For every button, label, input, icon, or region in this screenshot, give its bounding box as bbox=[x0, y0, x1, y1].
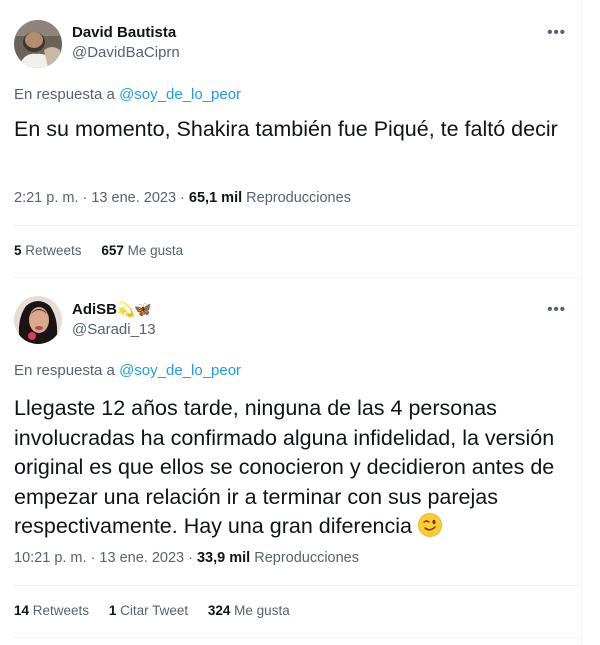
views-label[interactable]: Reproducciones bbox=[242, 190, 351, 206]
timestamp-link[interactable]: 10:21 p. m. · 13 ene. 2023 · bbox=[14, 550, 197, 566]
tweet-text-block: Llegaste 12 años tarde, ninguna de las 4… bbox=[14, 394, 579, 546]
tweet-stats: 14 Retweets 1 Citar Tweet 324 Me gusta bbox=[14, 603, 306, 618]
reply-to-link[interactable]: @soy_de_lo_peor bbox=[119, 362, 241, 379]
likes-stat[interactable]: 324 Me gusta bbox=[208, 603, 290, 618]
tweet[interactable]: David Bautista @DavidBaCiprn ••• En resp… bbox=[0, 0, 580, 280]
display-name[interactable]: AdiSB💫🦋 bbox=[72, 301, 152, 318]
retweets-count: 5 bbox=[14, 243, 22, 258]
tweet[interactable]: AdiSB💫🦋 @Saradi_13 ••• En respuesta a @s… bbox=[0, 280, 580, 645]
likes-label: Me gusta bbox=[123, 243, 184, 258]
retweets-label: Retweets bbox=[21, 243, 82, 258]
user-handle[interactable]: @DavidBaCiprn bbox=[72, 44, 180, 61]
winking-face-icon bbox=[418, 513, 442, 546]
more-options-icon[interactable]: ••• bbox=[547, 24, 566, 41]
tweet-meta: 2:21 p. m. · 13 ene. 2023 · 65,1 mil Rep… bbox=[14, 190, 351, 206]
quote-tweets-stat[interactable]: 1 Citar Tweet bbox=[109, 603, 188, 618]
divider bbox=[14, 225, 579, 226]
views-count: 65,1 mil bbox=[188, 190, 243, 206]
timestamp-link[interactable]: 2:21 p. m. · 13 ene. 2023 · bbox=[14, 190, 189, 206]
retweets-label: Retweets bbox=[29, 603, 90, 618]
avatar[interactable] bbox=[14, 296, 62, 344]
display-name[interactable]: David Bautista bbox=[72, 24, 176, 41]
user-handle[interactable]: @Saradi_13 bbox=[72, 321, 156, 338]
right-border bbox=[581, 0, 582, 645]
retweets-count: 14 bbox=[14, 603, 30, 618]
more-options-icon[interactable]: ••• bbox=[547, 301, 566, 318]
likes-label: Me gusta bbox=[230, 603, 290, 618]
divider bbox=[14, 637, 579, 638]
tweet-meta: 10:21 p. m. · 13 ene. 2023 · 33,9 mil Re… bbox=[14, 550, 359, 566]
divider bbox=[14, 277, 579, 278]
retweets-stat[interactable]: 5 Retweets bbox=[14, 243, 82, 258]
retweets-stat[interactable]: 14 Retweets bbox=[14, 603, 89, 618]
divider bbox=[14, 585, 579, 586]
reply-prefix: En respuesta a bbox=[14, 86, 120, 103]
views-label[interactable]: Reproducciones bbox=[250, 550, 359, 566]
tweet-text: En su momento, Shakira también fue Piqué… bbox=[14, 117, 558, 141]
display-name-text: AdiSB bbox=[72, 301, 117, 318]
name-emoji: 💫🦋 bbox=[117, 302, 152, 318]
views-count: 33,9 mil bbox=[196, 550, 251, 566]
reply-context: En respuesta a @soy_de_lo_peor bbox=[14, 362, 241, 379]
avatar[interactable] bbox=[14, 20, 62, 68]
tweet-text: Llegaste 12 años tarde, ninguna de las 4… bbox=[14, 396, 555, 538]
likes-count: 657 bbox=[101, 243, 124, 258]
reply-to-link[interactable]: @soy_de_lo_peor bbox=[119, 86, 241, 103]
likes-count: 324 bbox=[207, 603, 231, 618]
tweet-stats: 5 Retweets 657 Me gusta bbox=[14, 243, 199, 258]
display-name-text: David Bautista bbox=[72, 24, 177, 41]
reply-prefix: En respuesta a bbox=[14, 362, 120, 379]
reply-context: En respuesta a @soy_de_lo_peor bbox=[14, 86, 241, 103]
likes-stat[interactable]: 657 Me gusta bbox=[101, 243, 183, 258]
quotes-label: Citar Tweet bbox=[116, 603, 189, 618]
